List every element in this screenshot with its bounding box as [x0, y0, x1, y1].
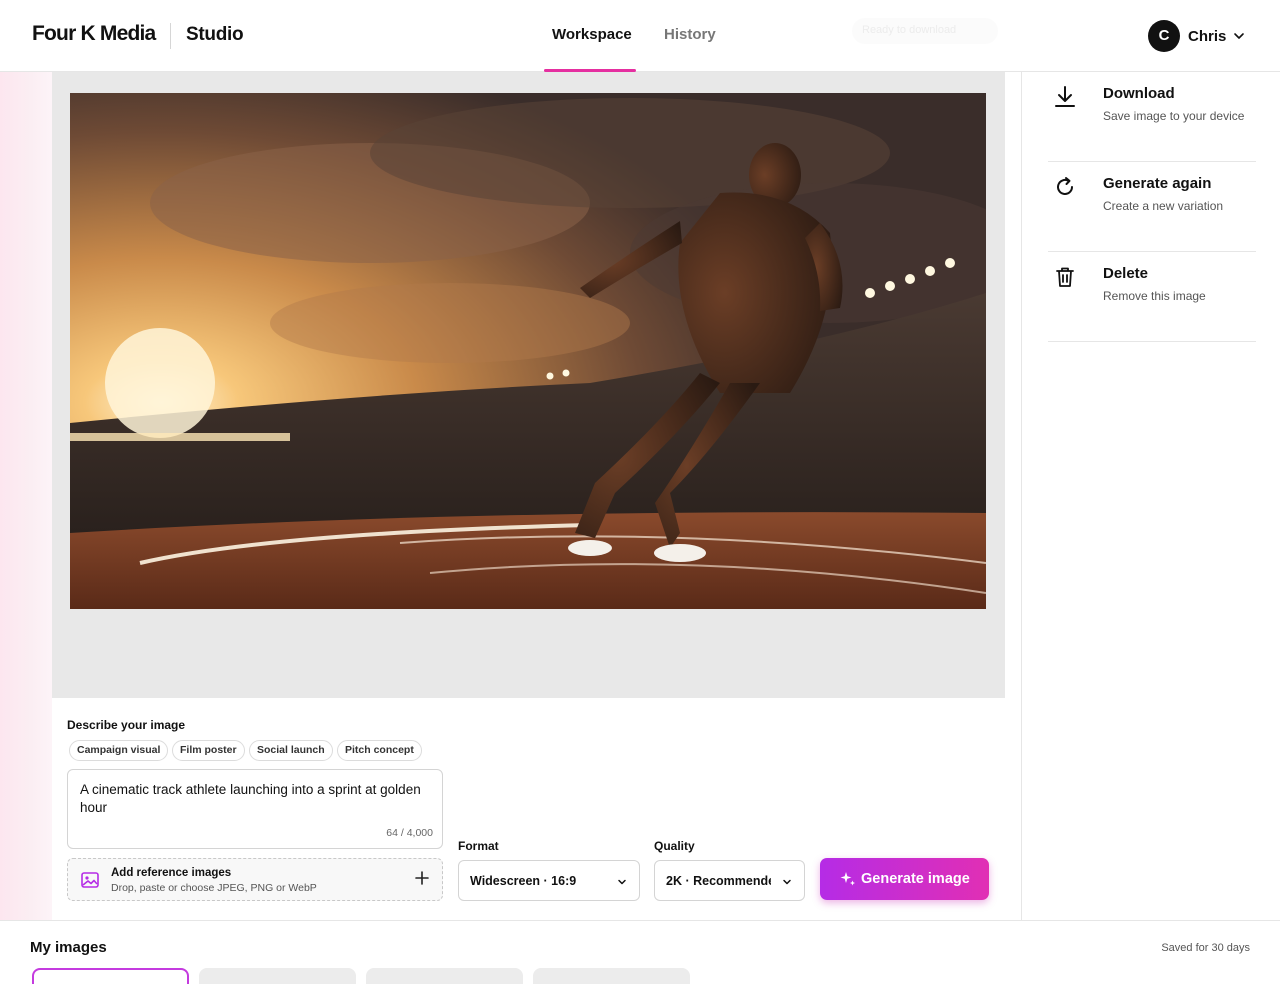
chevron-down-icon	[618, 879, 626, 885]
prompt-text: A cinematic track athlete launching into…	[80, 782, 421, 815]
tab-workspace[interactable]: Workspace	[552, 26, 632, 43]
generate-again-subtitle: Create a new variation	[1103, 199, 1224, 213]
reference-title: Add reference images	[111, 867, 232, 879]
character-counter: 64 / 4,000	[386, 827, 433, 839]
tab-history[interactable]: History	[664, 26, 716, 43]
refresh-icon	[1057, 177, 1073, 195]
image-thumbnail[interactable]	[366, 968, 523, 984]
download-icon	[1055, 86, 1075, 107]
chip-pitch-concept[interactable]: Pitch concept	[337, 740, 422, 761]
chevron-down-icon	[783, 879, 791, 885]
chip-film-poster[interactable]: Film poster	[172, 740, 245, 761]
retention-note: Saved for 30 days	[1161, 942, 1250, 954]
delete-title: Delete	[1103, 265, 1149, 282]
top-header: Four K Media Studio Workspace History Re…	[0, 0, 1280, 72]
generate-again-action[interactable]: Generate again Create a new variation	[1048, 162, 1256, 252]
actions-panel: Download Save image to your device Gener…	[1021, 72, 1280, 920]
format-label: Format	[458, 839, 499, 853]
avatar[interactable]: C	[1148, 20, 1180, 52]
image-thumbnail[interactable]	[533, 968, 690, 984]
generate-image-button[interactable]: Generate image	[820, 858, 989, 900]
generated-image[interactable]	[70, 93, 986, 609]
trash-icon	[1056, 267, 1074, 287]
image-icon	[81, 872, 99, 888]
delete-action[interactable]: Delete Remove this image	[1048, 252, 1256, 342]
quality-label: Quality	[654, 839, 695, 853]
reference-subtitle: Drop, paste or choose JPEG, PNG or WebP	[111, 882, 317, 894]
user-name[interactable]: Chris	[1188, 28, 1226, 45]
chip-campaign-visual[interactable]: Campaign visual	[69, 740, 169, 761]
chevron-down-icon[interactable]	[1232, 29, 1246, 43]
generate-again-title: Generate again	[1103, 175, 1212, 192]
chip-social-launch[interactable]: Social launch	[249, 740, 333, 761]
section-title: Studio	[186, 24, 244, 45]
my-images-title: My images	[30, 939, 107, 956]
download-action[interactable]: Download Save image to your device	[1048, 72, 1256, 162]
my-images-section: My images Saved for 30 days	[0, 920, 1280, 984]
download-title: Download	[1103, 85, 1175, 102]
brand-logo[interactable]: Four K Media	[32, 22, 156, 46]
format-value: Widescreen · 16:9	[470, 874, 577, 888]
prompt-label: Describe your image	[67, 718, 186, 732]
brand-divider	[170, 23, 171, 49]
ready-status-badge: Ready to download	[852, 18, 998, 44]
plus-icon[interactable]	[415, 871, 429, 885]
image-canvas	[52, 72, 1005, 698]
prompt-panel: Describe your image Campaign visual Film…	[52, 698, 1005, 920]
reference-images-dropzone[interactable]: Add reference images Drop, paste or choo…	[67, 858, 443, 901]
prompt-input[interactable]: A cinematic track athlete launching into…	[67, 769, 443, 849]
side-accent	[0, 72, 52, 920]
sparkle-icon	[840, 872, 855, 886]
quality-select[interactable]: 2K · Recommended	[654, 860, 805, 901]
delete-subtitle: Remove this image	[1103, 289, 1206, 303]
generate-image-label: Generate image	[861, 871, 970, 887]
download-subtitle: Save image to your device	[1103, 109, 1245, 123]
format-select[interactable]: Widescreen · 16:9	[458, 860, 640, 901]
quality-value: 2K · Recommended	[666, 874, 771, 888]
image-thumbnail[interactable]	[199, 968, 356, 984]
image-thumbnail[interactable]	[32, 968, 189, 984]
